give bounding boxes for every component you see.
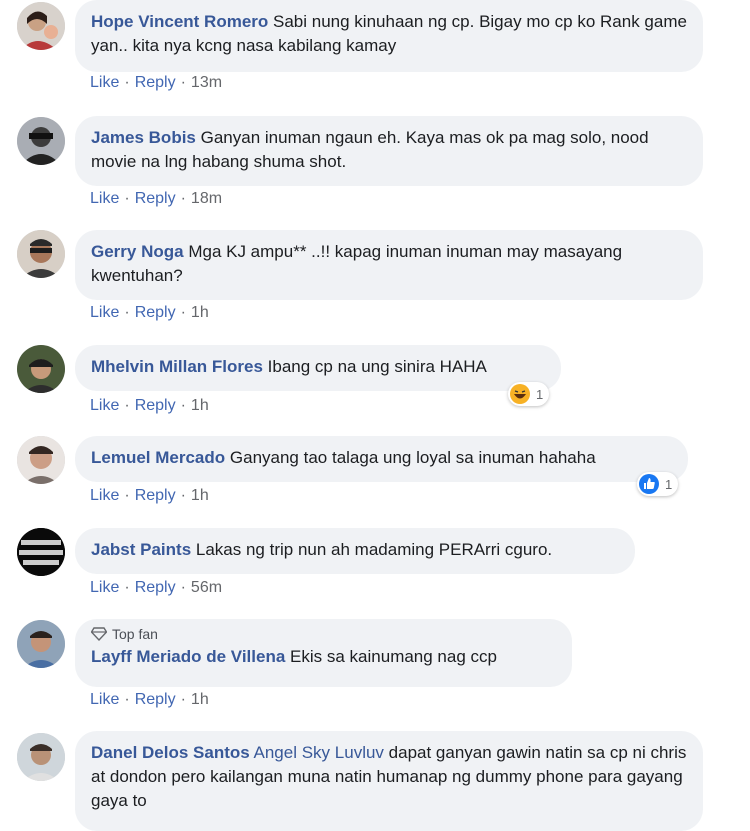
separator: · (124, 579, 130, 596)
reply-button[interactable]: Reply (135, 487, 176, 504)
comment-author[interactable]: Jabst Paints (91, 540, 191, 559)
comment-time[interactable]: 1h (191, 487, 209, 504)
separator: · (180, 190, 186, 207)
separator: · (180, 487, 186, 504)
separator: · (124, 487, 130, 504)
reaction-summary[interactable]: 1 (637, 472, 679, 496)
avatar[interactable] (17, 528, 65, 576)
comment-bubble: Mhelvin Millan Flores Ibang cp na ung si… (75, 345, 561, 391)
comment-author[interactable]: Gerry Noga (91, 242, 184, 261)
reply-button[interactable]: Reply (135, 190, 176, 207)
reply-button[interactable]: Reply (135, 579, 176, 596)
avatar[interactable] (17, 733, 65, 781)
comment-bubble: Top fan Layff Meriado de Villena Ekis sa… (75, 619, 572, 687)
comment-time[interactable]: 56m (191, 579, 222, 596)
comment-author[interactable]: Lemuel Mercado (91, 448, 225, 467)
reaction-count: 1 (536, 386, 544, 402)
like-button[interactable]: Like (90, 74, 119, 91)
reaction-summary[interactable]: 1 (508, 382, 550, 406)
comment-text: Ganyang tao talaga ung loyal sa inuman h… (229, 448, 596, 467)
comment-time[interactable]: 1h (191, 691, 209, 708)
like-button[interactable]: Like (90, 304, 119, 321)
comment-bubble: Jabst Paints Lakas ng trip nun ah madami… (75, 528, 635, 574)
comment-author[interactable]: Danel Delos Santos (91, 743, 250, 762)
comment-bubble: James Bobis Ganyan inuman ngaun eh. Kaya… (75, 116, 703, 186)
comment-author[interactable]: James Bobis (91, 128, 196, 147)
separator: · (124, 397, 130, 414)
comment-actions: Like · Reply · 1h (90, 304, 209, 322)
like-reaction-icon (639, 474, 659, 494)
separator: · (180, 304, 186, 321)
reply-button[interactable]: Reply (135, 397, 176, 414)
comment-time[interactable]: 13m (191, 74, 222, 91)
haha-emoji-icon (510, 384, 530, 404)
separator: · (180, 579, 186, 596)
reaction-count: 1 (665, 476, 673, 492)
comment-bubble: Danel Delos Santos Angel Sky Luvluv dapa… (75, 731, 703, 831)
top-fan-label: Top fan (112, 626, 158, 642)
separator: · (124, 304, 130, 321)
comment-bubble: Lemuel Mercado Ganyang tao talaga ung lo… (75, 436, 688, 482)
separator: · (180, 74, 186, 91)
like-button[interactable]: Like (90, 691, 119, 708)
avatar[interactable] (17, 2, 65, 50)
like-button[interactable]: Like (90, 487, 119, 504)
comment-actions: Like · Reply · 56m (90, 579, 222, 597)
separator: · (124, 190, 130, 207)
comment-text: Ekis sa kainumang nag ccp (290, 647, 497, 666)
avatar[interactable] (17, 117, 65, 165)
avatar[interactable] (17, 345, 65, 393)
comment-actions: Like · Reply · 1h (90, 397, 209, 415)
comment-text: Lakas ng trip nun ah madaming PERArri cg… (195, 540, 553, 559)
comment-actions: Like · Reply · 18m (90, 190, 222, 208)
separator: · (124, 691, 130, 708)
comment-text: Ibang cp na ung sinira HAHA (267, 357, 487, 376)
reply-button[interactable]: Reply (135, 74, 176, 91)
comment-bubble: Hope Vincent Romero Sabi nung kinuhaan n… (75, 0, 703, 72)
comment-actions: Like · Reply · 1h (90, 487, 209, 505)
comment-author[interactable]: Layff Meriado de Villena (91, 647, 285, 666)
comment-bubble: Gerry Noga Mga KJ ampu** ..!! kapag inum… (75, 230, 703, 300)
comment-author[interactable]: Mhelvin Millan Flores (91, 357, 263, 376)
diamond-icon (91, 627, 107, 641)
reply-button[interactable]: Reply (135, 691, 176, 708)
comment-time[interactable]: 18m (191, 190, 222, 207)
separator: · (180, 397, 186, 414)
comment-actions: Like · Reply · 13m (90, 74, 222, 92)
avatar[interactable] (17, 620, 65, 668)
comment-time[interactable]: 1h (191, 397, 209, 414)
top-fan-badge: Top fan (91, 625, 556, 643)
comment-time[interactable]: 1h (191, 304, 209, 321)
like-button[interactable]: Like (90, 579, 119, 596)
avatar[interactable] (17, 436, 65, 484)
separator: · (180, 691, 186, 708)
like-button[interactable]: Like (90, 397, 119, 414)
comment-actions: Like · Reply · 1h (90, 691, 209, 709)
comment-author[interactable]: Hope Vincent Romero (91, 12, 268, 31)
reply-button[interactable]: Reply (135, 304, 176, 321)
mention-link[interactable]: Angel Sky Luvluv (254, 743, 384, 762)
separator: · (124, 74, 130, 91)
avatar[interactable] (17, 230, 65, 278)
like-button[interactable]: Like (90, 190, 119, 207)
